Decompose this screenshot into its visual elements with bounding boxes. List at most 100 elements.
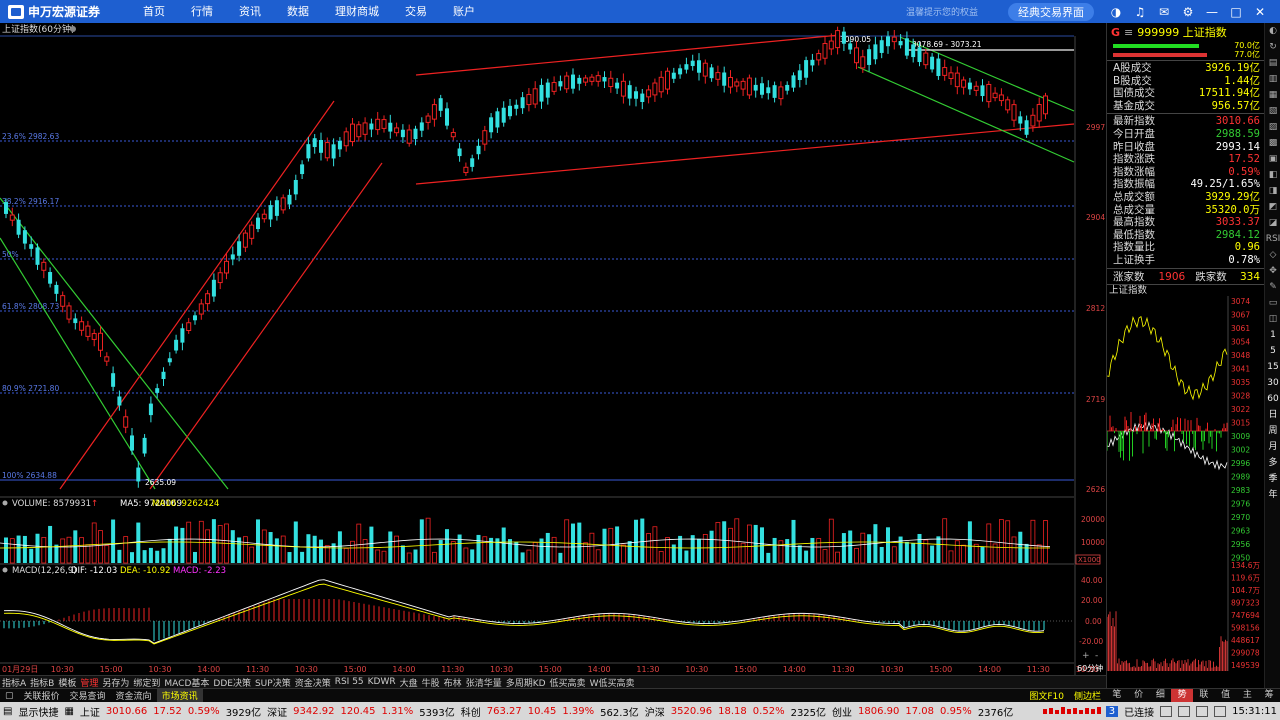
tab-related-quotes[interactable]: 关联报价 xyxy=(19,689,65,702)
show-panel-icon[interactable]: ▢ xyxy=(0,691,19,701)
strip-tool-icon[interactable]: ▨ xyxy=(1265,119,1280,135)
indicator-tab[interactable]: 另存为 xyxy=(100,676,131,689)
strip-tool-icon[interactable]: 月 xyxy=(1265,439,1280,455)
indicator-tab[interactable]: KDWR xyxy=(366,677,398,687)
strip-tool-icon[interactable]: 5 xyxy=(1265,343,1280,359)
strip-tool-icon[interactable]: ✎ xyxy=(1265,279,1280,295)
tab-market-news[interactable]: 市场资讯 xyxy=(156,689,203,702)
tab-sidebar[interactable]: 侧边栏 xyxy=(1069,689,1106,702)
indicator-tab[interactable]: 大盘 xyxy=(398,676,420,689)
strip-tool-icon[interactable]: ◫ xyxy=(1265,311,1280,327)
panel-tab[interactable]: 主 xyxy=(1237,689,1259,702)
volume-settings-icon[interactable] xyxy=(2,500,8,506)
candlesticks[interactable] xyxy=(4,26,1048,488)
strip-tool-icon[interactable]: ↻ xyxy=(1265,39,1280,55)
strip-tool-icon[interactable]: 多 xyxy=(1265,455,1280,471)
strip-tool-icon[interactable]: 30 xyxy=(1265,375,1280,391)
strip-tool-icon[interactable]: 季 xyxy=(1265,471,1280,487)
strip-tool-icon[interactable]: ◩ xyxy=(1265,199,1280,215)
strip-tool-icon[interactable]: ✥ xyxy=(1265,263,1280,279)
strip-tool-icon[interactable]: ◇ xyxy=(1265,247,1280,263)
menu-item-account[interactable]: 账户 xyxy=(440,0,488,23)
connection-status[interactable]: 已连接 xyxy=(1124,704,1154,719)
strip-tool-icon[interactable]: ▧ xyxy=(1265,103,1280,119)
strip-tool-icon[interactable]: ◧ xyxy=(1265,167,1280,183)
menu-item-trade[interactable]: 交易 xyxy=(392,0,440,23)
sound-icon[interactable] xyxy=(1196,705,1209,717)
sz-index-label[interactable]: 深证 xyxy=(267,704,287,719)
headset-icon[interactable]: ♫ xyxy=(1133,5,1147,19)
show-quick-label[interactable]: 显示快捷 xyxy=(18,704,58,719)
sh-index-label[interactable]: 上证 xyxy=(80,704,100,719)
menu-item-mall[interactable]: 理财商城 xyxy=(322,0,392,23)
strip-tool-icon[interactable]: ▩ xyxy=(1265,135,1280,151)
kline-chart[interactable]: 上证指数(60分钟) 23.6% 2982.63 38.2% 2916.17 5… xyxy=(0,23,1106,675)
panel-tab[interactable]: 价 xyxy=(1128,689,1150,702)
strip-tool-icon[interactable]: ▦ xyxy=(1265,87,1280,103)
close-icon[interactable]: ✕ xyxy=(1253,5,1267,19)
panel-tab[interactable]: 联 xyxy=(1193,689,1215,702)
classic-trade-button[interactable]: 经典交易界面 xyxy=(1008,2,1094,21)
brand-logo[interactable]: 申万宏源证券 xyxy=(0,0,120,23)
strip-tool-icon[interactable]: 日 xyxy=(1265,407,1280,423)
quick-toggle-icon[interactable]: ▤ xyxy=(3,706,12,717)
strip-tool-icon[interactable]: 60 xyxy=(1265,391,1280,407)
period-label[interactable]: 60分钟 xyxy=(1077,663,1103,673)
indicator-tab[interactable]: SUP决策 xyxy=(253,676,293,689)
indicator-tab[interactable]: 指标A xyxy=(0,676,28,689)
strip-tool-icon[interactable]: 周 xyxy=(1265,423,1280,439)
hs-index-label[interactable]: 沪深 xyxy=(645,704,665,719)
menu-icon[interactable]: ≡ xyxy=(1124,26,1133,39)
panel-tab[interactable]: 势 xyxy=(1171,689,1193,702)
intraday-mini-chart[interactable]: 3074 3067 3061 3054 3048 3041 3035 3028 3022 3015… xyxy=(1106,295,1265,671)
strip-tool-icon[interactable]: 年 xyxy=(1265,487,1280,503)
network-icon[interactable] xyxy=(1178,705,1191,717)
macd-zoom-in-icon[interactable]: + xyxy=(1082,651,1090,661)
strip-tool-icon[interactable]: 15 xyxy=(1265,359,1280,375)
panel-tab[interactable]: 值 xyxy=(1215,689,1237,702)
indicator-tab[interactable]: 牛股 xyxy=(420,676,442,689)
tab-f10[interactable]: 图文F10 xyxy=(1024,689,1069,702)
menu-item-news[interactable]: 资讯 xyxy=(226,0,274,23)
maximize-icon[interactable]: □ xyxy=(1229,5,1243,19)
strip-tool-icon[interactable]: 1 xyxy=(1265,327,1280,343)
indicator-tab[interactable]: W低买高卖 xyxy=(588,676,637,689)
tab-trade-query[interactable]: 交易查询 xyxy=(65,689,111,702)
menu-item-quotes[interactable]: 行情 xyxy=(178,0,226,23)
indicator-tab[interactable]: 资金决策 xyxy=(293,676,333,689)
settings-icon[interactable]: ⚙ xyxy=(1181,5,1195,19)
strip-tool-icon[interactable]: ◪ xyxy=(1265,215,1280,231)
indicator-tab[interactable]: 布林 xyxy=(442,676,464,689)
indicator-tab[interactable]: 张清华量 xyxy=(464,676,504,689)
indicator-tab[interactable]: 指标B xyxy=(28,676,56,689)
strip-tool-icon[interactable]: RSI xyxy=(1265,231,1280,247)
menu-item-home[interactable]: 首页 xyxy=(130,0,178,23)
strip-tool-icon[interactable]: ▣ xyxy=(1265,151,1280,167)
skin-icon[interactable]: ◑ xyxy=(1109,5,1123,19)
indicator-tab[interactable]: 绑定到 xyxy=(131,676,162,689)
indicator-tab[interactable]: MACD基本 xyxy=(162,676,211,689)
indicator-tab[interactable]: DDE决策 xyxy=(211,676,253,689)
kc-index-label[interactable]: 科创 xyxy=(461,704,481,719)
message-icon[interactable]: ✉ xyxy=(1157,5,1171,19)
chart-settings-icon[interactable] xyxy=(70,26,76,32)
indicator-tab[interactable]: 低买高卖 xyxy=(548,676,588,689)
indicator-tab[interactable]: 模板 xyxy=(56,676,78,689)
indicator-tab[interactable]: 管理 xyxy=(78,676,100,689)
menu-item-data[interactable]: 数据 xyxy=(274,0,322,23)
indicator-tab[interactable]: 多周期KD xyxy=(504,676,548,689)
strip-tool-icon[interactable]: ▭ xyxy=(1265,295,1280,311)
strip-tool-icon[interactable]: ▥ xyxy=(1265,71,1280,87)
cy-index-label[interactable]: 创业 xyxy=(832,704,852,719)
panel-tab[interactable]: 细 xyxy=(1150,689,1172,702)
panel-tab[interactable]: 筹 xyxy=(1258,689,1280,702)
indicator-tab[interactable]: RSI 55 xyxy=(333,677,366,687)
tab-fund-flow[interactable]: 资金流向 xyxy=(111,689,157,702)
macd-settings-icon[interactable] xyxy=(2,567,8,573)
strip-tool-icon[interactable]: ◐ xyxy=(1265,23,1280,39)
alert-icon[interactable] xyxy=(1214,705,1227,717)
lock-icon[interactable] xyxy=(1160,705,1173,717)
minimize-icon[interactable]: — xyxy=(1205,5,1219,19)
strip-tool-icon[interactable]: ▤ xyxy=(1265,55,1280,71)
strip-tool-icon[interactable]: ◨ xyxy=(1265,183,1280,199)
